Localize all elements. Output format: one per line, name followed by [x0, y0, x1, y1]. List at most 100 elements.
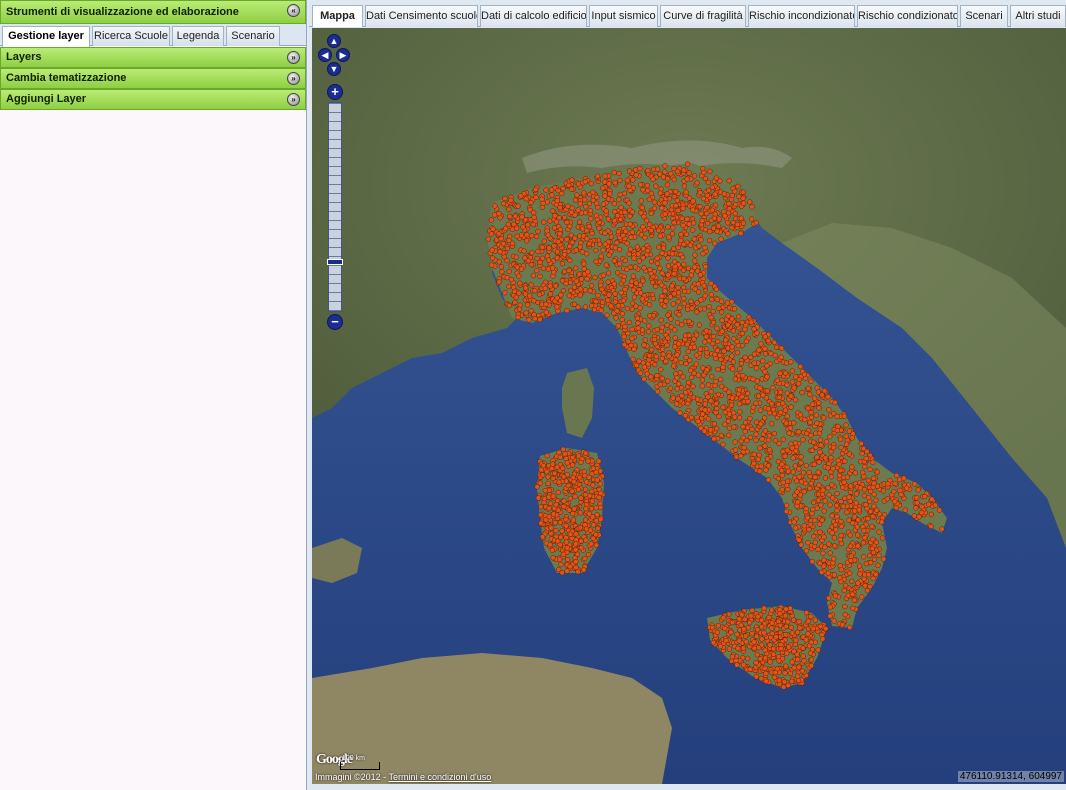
school-point[interactable] — [822, 455, 829, 461]
school-point[interactable] — [666, 353, 672, 359]
school-point[interactable] — [735, 343, 741, 349]
school-point[interactable] — [726, 201, 732, 207]
school-point[interactable] — [506, 283, 512, 290]
school-point[interactable] — [860, 554, 867, 560]
school-point[interactable] — [867, 508, 874, 515]
school-point[interactable] — [734, 662, 740, 668]
school-point[interactable] — [571, 506, 577, 512]
school-point[interactable] — [514, 233, 520, 239]
school-point[interactable] — [912, 481, 918, 487]
school-point[interactable] — [583, 204, 589, 210]
school-point[interactable] — [629, 209, 636, 215]
school-point[interactable] — [792, 440, 799, 446]
school-point[interactable] — [695, 372, 701, 378]
school-point[interactable] — [583, 251, 590, 257]
pan-right-icon[interactable]: ▶ — [336, 48, 350, 62]
school-point[interactable] — [542, 285, 548, 291]
school-point[interactable] — [553, 502, 559, 508]
school-point[interactable] — [754, 627, 761, 633]
school-point[interactable] — [657, 381, 663, 388]
school-point[interactable] — [600, 272, 607, 278]
school-point[interactable] — [804, 515, 811, 521]
school-point[interactable] — [671, 220, 677, 226]
section-aggiungi-layer[interactable]: Aggiungi Layer » — [0, 89, 306, 110]
school-point[interactable] — [771, 674, 778, 681]
school-point[interactable] — [865, 515, 871, 522]
school-point[interactable] — [660, 245, 667, 251]
school-point[interactable] — [563, 455, 569, 462]
school-point[interactable] — [568, 287, 574, 294]
school-point[interactable] — [738, 215, 744, 221]
school-point[interactable] — [847, 624, 853, 631]
school-point[interactable] — [832, 399, 838, 406]
school-point[interactable] — [675, 299, 681, 305]
school-point[interactable] — [772, 437, 779, 444]
school-point[interactable] — [667, 385, 674, 391]
school-point[interactable] — [780, 400, 786, 406]
school-point[interactable] — [757, 656, 764, 662]
school-point[interactable] — [582, 517, 589, 523]
school-point[interactable] — [876, 552, 882, 558]
school-point[interactable] — [939, 526, 945, 532]
school-point[interactable] — [821, 415, 827, 421]
school-point[interactable] — [852, 470, 859, 476]
school-point[interactable] — [712, 191, 718, 197]
school-point[interactable] — [679, 215, 685, 222]
school-point[interactable] — [880, 556, 887, 562]
school-point[interactable] — [788, 393, 794, 399]
school-point[interactable] — [725, 345, 731, 351]
school-point[interactable] — [675, 290, 682, 296]
school-point[interactable] — [581, 567, 587, 573]
school-point[interactable] — [652, 283, 659, 290]
school-point[interactable] — [648, 210, 654, 217]
school-point[interactable] — [737, 366, 743, 372]
school-point[interactable] — [670, 301, 676, 307]
school-point[interactable] — [807, 419, 813, 426]
school-point[interactable] — [719, 317, 725, 323]
school-point[interactable] — [717, 178, 723, 184]
school-point[interactable] — [548, 187, 555, 193]
school-point[interactable] — [675, 396, 681, 402]
school-point[interactable] — [783, 420, 789, 426]
school-point[interactable] — [492, 203, 498, 209]
school-point[interactable] — [747, 666, 753, 672]
school-point[interactable] — [689, 305, 695, 311]
school-point[interactable] — [789, 379, 796, 385]
school-point[interactable] — [705, 382, 712, 388]
school-point[interactable] — [720, 441, 726, 448]
school-point[interactable] — [823, 439, 830, 445]
school-point[interactable] — [741, 445, 747, 451]
school-point[interactable] — [675, 244, 681, 251]
school-point[interactable] — [666, 234, 672, 240]
school-point[interactable] — [836, 461, 842, 468]
school-point[interactable] — [710, 225, 717, 231]
school-point[interactable] — [827, 502, 833, 508]
school-point[interactable] — [726, 178, 732, 184]
school-point[interactable] — [725, 418, 732, 424]
school-point[interactable] — [489, 255, 496, 261]
school-point[interactable] — [637, 166, 643, 172]
school-point[interactable] — [583, 479, 590, 485]
school-point[interactable] — [742, 354, 748, 361]
school-point[interactable] — [844, 509, 850, 515]
school-point[interactable] — [778, 354, 784, 360]
school-point[interactable] — [715, 366, 721, 373]
school-point[interactable] — [691, 236, 697, 242]
school-point[interactable] — [846, 451, 852, 457]
school-point[interactable] — [936, 507, 943, 513]
school-point[interactable] — [672, 327, 678, 333]
school-point[interactable] — [748, 216, 755, 222]
school-point[interactable] — [765, 463, 772, 469]
school-point[interactable] — [547, 500, 554, 507]
school-point[interactable] — [791, 519, 797, 525]
school-point[interactable] — [764, 374, 770, 380]
school-point[interactable] — [800, 645, 806, 651]
school-point[interactable] — [678, 360, 684, 366]
school-point[interactable] — [785, 682, 791, 689]
school-point[interactable] — [932, 502, 939, 508]
school-point[interactable] — [783, 606, 789, 612]
school-point[interactable] — [659, 205, 665, 211]
school-point[interactable] — [577, 510, 584, 516]
school-point[interactable] — [494, 237, 500, 243]
school-point[interactable] — [496, 231, 502, 237]
